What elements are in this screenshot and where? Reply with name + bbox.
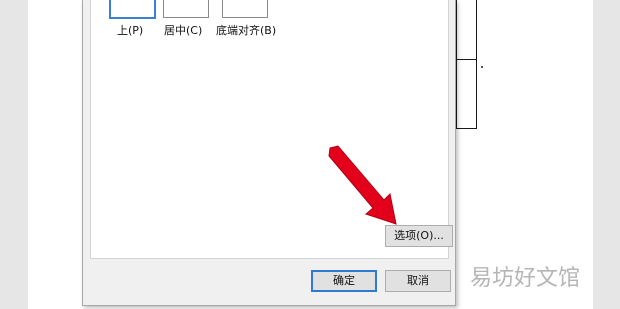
align-center-option[interactable]: [163, 0, 209, 18]
align-bottom-option[interactable]: [222, 0, 268, 18]
options-button[interactable]: 选项(O)...: [385, 225, 453, 247]
red-arrow-icon: [328, 145, 397, 225]
align-top-label: 上(P): [117, 24, 144, 37]
table-border-line: [476, 0, 477, 129]
table-border-line: [456, 0, 457, 129]
ok-button[interactable]: 确定: [311, 270, 377, 292]
watermark-text: 易坊好文馆: [470, 266, 581, 291]
table-border-line: [456, 59, 477, 60]
align-center-label: 居中(C): [164, 24, 203, 37]
table-border-line: [456, 128, 477, 129]
cancel-button[interactable]: 取消: [385, 270, 451, 292]
paragraph-mark: [481, 66, 483, 68]
align-top-option[interactable]: [109, 0, 156, 19]
align-bottom-label: 底端对齐(B): [216, 24, 277, 37]
